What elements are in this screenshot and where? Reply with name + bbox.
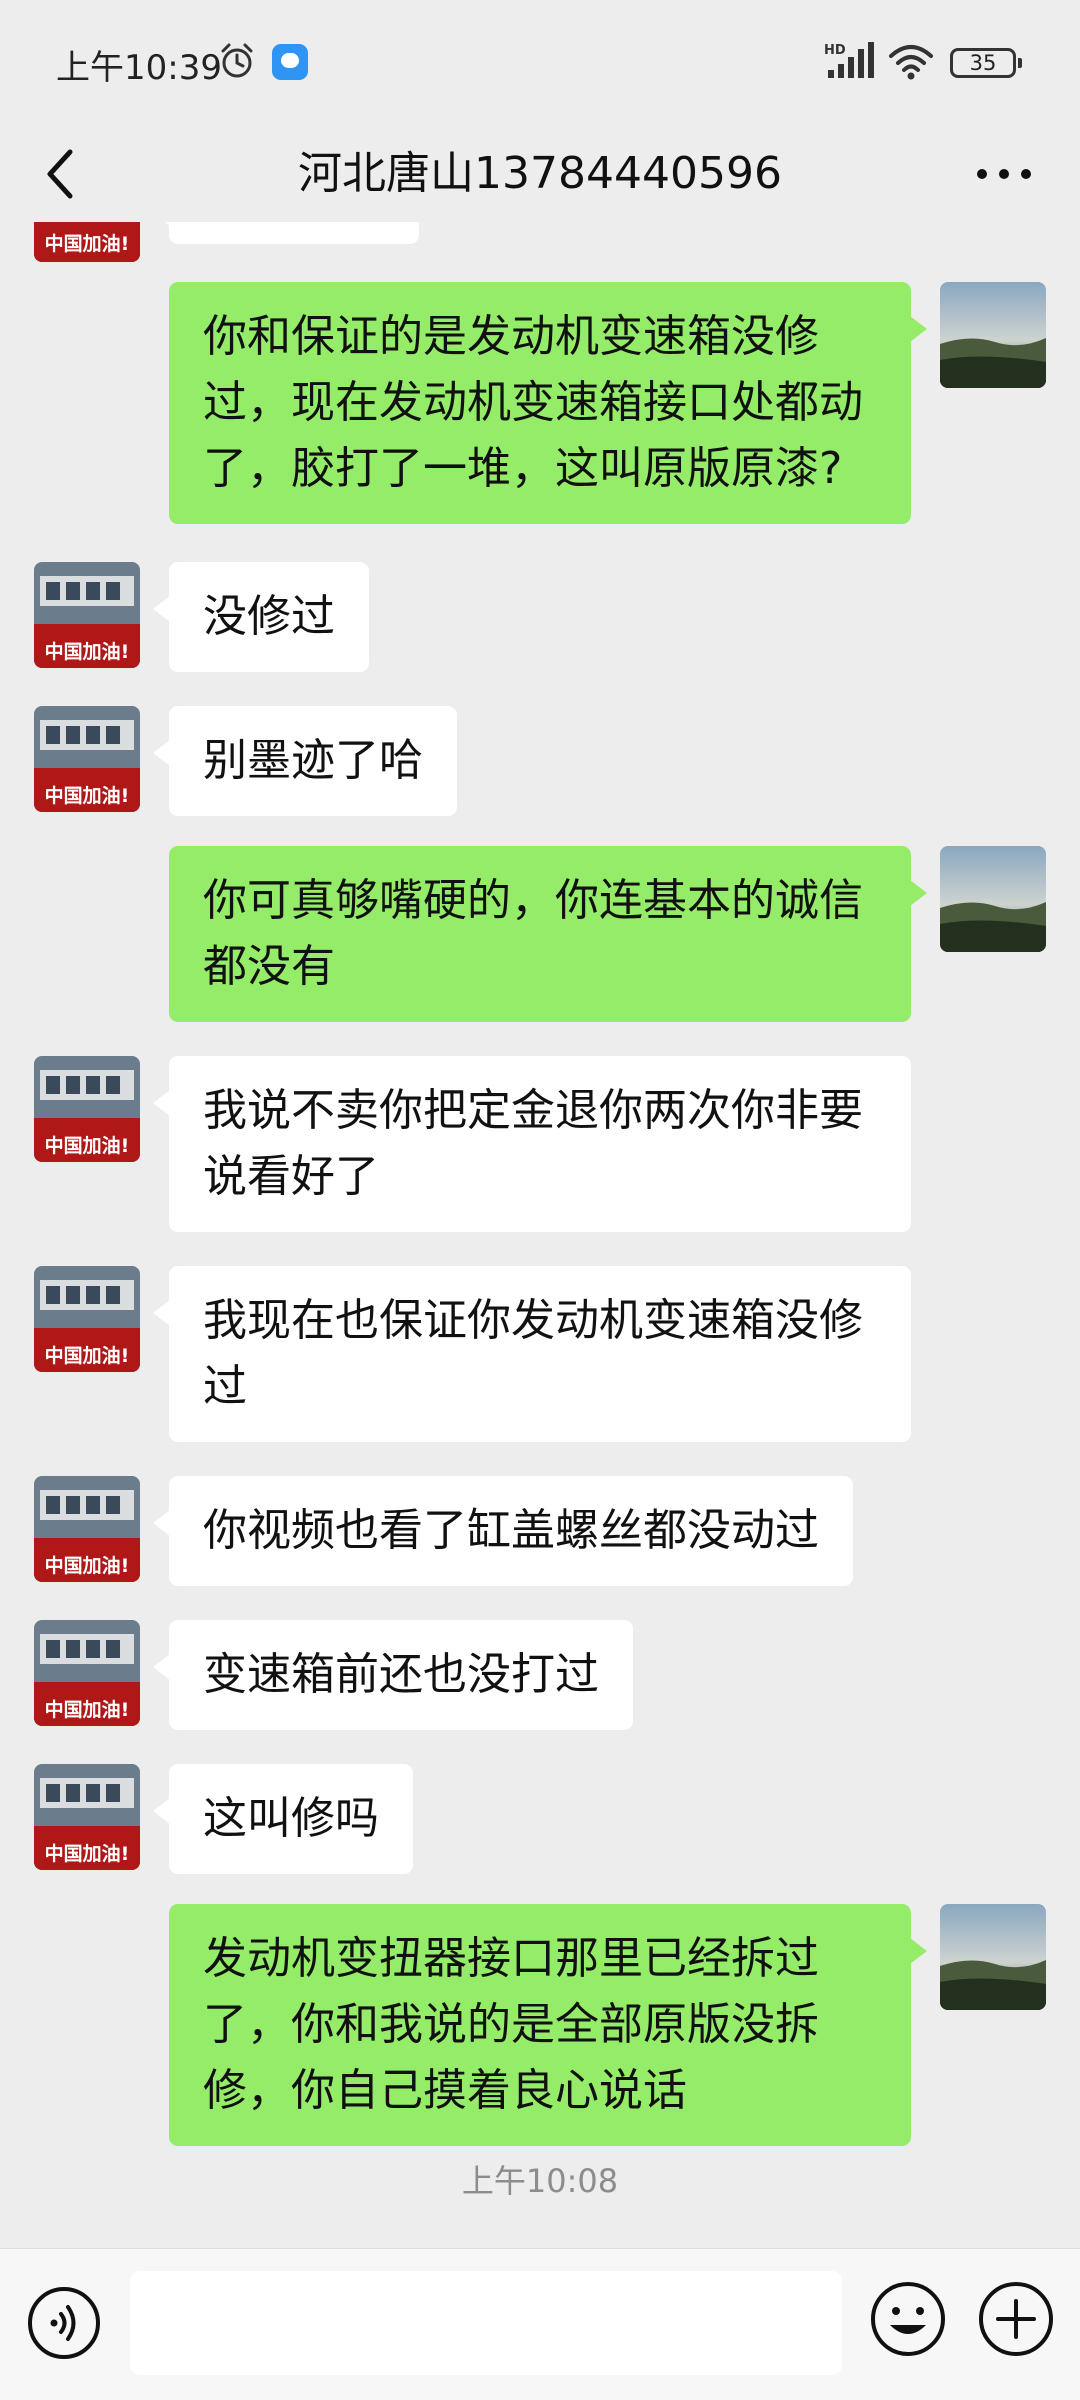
chat-messages-area[interactable]: 中国加油! 你和保证的是发动机变速箱没修过，现在发动机变速箱接口处都动了，胶打了… bbox=[0, 222, 1080, 2248]
contact-avatar[interactable]: 中国加油! bbox=[34, 706, 140, 812]
chat-title: 河北唐山13784440596 bbox=[298, 148, 782, 199]
message-bubble-theirs[interactable]: 别墨迹了哈 bbox=[153, 706, 457, 816]
status-bar: 上午10:39 HD 35 bbox=[0, 0, 1080, 126]
contact-avatar[interactable]: 中国加油! bbox=[34, 1764, 140, 1870]
message-bubble-mine[interactable]: 你可真够嘴硬的，你连基本的诚信都没有 bbox=[169, 846, 927, 1022]
svg-text:中国加油!: 中国加油! bbox=[45, 1842, 130, 1865]
chevron-left-icon[interactable] bbox=[30, 130, 94, 218]
time-divider: 上午10:08 bbox=[461, 2162, 619, 2200]
message-bubble-theirs[interactable]: 没修过 bbox=[153, 562, 369, 672]
svg-text:中国加油!: 中国加油! bbox=[45, 784, 130, 807]
storefront-image: 中国加油! bbox=[34, 562, 140, 668]
storefront-image: 中国加油! bbox=[34, 1266, 140, 1372]
my-avatar[interactable] bbox=[940, 846, 1046, 952]
contact-avatar[interactable]: 中国加油! bbox=[34, 562, 140, 668]
message-input-bar bbox=[0, 2248, 1080, 2400]
message-bubble[interactable] bbox=[153, 222, 419, 244]
contact-avatar[interactable]: 中国加油! bbox=[34, 1620, 140, 1726]
message-bubble-mine[interactable]: 你和保证的是发动机变速箱没修过，现在发动机变速箱接口处都动了，胶打了一堆，这叫原… bbox=[169, 282, 927, 524]
landscape-avatar-image bbox=[940, 282, 1046, 388]
svg-text:中国加油!: 中国加油! bbox=[45, 640, 130, 663]
voice-icon[interactable] bbox=[26, 2285, 102, 2361]
storefront-image: 中国加油! bbox=[34, 1620, 140, 1726]
storefront-image: 中国加油! bbox=[34, 706, 140, 812]
storefront-image: 中国加油! bbox=[34, 222, 140, 262]
more-dots-icon[interactable] bbox=[966, 148, 1042, 200]
storefront-image: 中国加油! bbox=[34, 1764, 140, 1870]
message-bubble-mine[interactable]: 发动机变扭器接口那里已经拆过了，你和我说的是全部原版没拆修，你自己摸着良心说话 bbox=[169, 1904, 927, 2146]
landscape-avatar-image bbox=[940, 846, 1046, 952]
battery-icon: 35 bbox=[950, 48, 1022, 78]
emoji-icon[interactable] bbox=[868, 2279, 948, 2359]
signal-icon: HD bbox=[824, 42, 874, 78]
svg-text:中国加油!: 中国加油! bbox=[45, 1554, 130, 1577]
svg-text:中国加油!: 中国加油! bbox=[45, 1344, 130, 1367]
contact-avatar[interactable]: 中国加油! bbox=[34, 1266, 140, 1372]
status-time: 上午10:39 bbox=[56, 48, 222, 88]
landscape-avatar-image bbox=[940, 1904, 1046, 2010]
svg-text:中国加油!: 中国加油! bbox=[45, 1698, 130, 1721]
storefront-image: 中国加油! bbox=[34, 1056, 140, 1162]
svg-text:HD: HD bbox=[824, 43, 846, 58]
plus-icon[interactable] bbox=[976, 2279, 1056, 2359]
wifi-icon bbox=[889, 45, 933, 80]
my-avatar[interactable] bbox=[940, 282, 1046, 388]
svg-text:中国加油!: 中国加油! bbox=[45, 1134, 130, 1157]
message-bubble-theirs[interactable]: 这叫修吗 bbox=[153, 1764, 413, 1874]
contact-avatar[interactable]: 中国加油! bbox=[34, 1056, 140, 1162]
message-bubble-theirs[interactable]: 变速箱前还也没打过 bbox=[153, 1620, 633, 1730]
contact-avatar[interactable]: 中国加油! bbox=[34, 222, 140, 262]
battery-level: 35 bbox=[969, 51, 997, 75]
alarm-icon bbox=[221, 43, 253, 78]
storefront-image: 中国加油! bbox=[34, 1476, 140, 1582]
message-bubble-theirs[interactable]: 我现在也保证你发动机变速箱没修过 bbox=[153, 1266, 911, 1442]
message-input[interactable] bbox=[130, 2271, 842, 2375]
my-avatar[interactable] bbox=[940, 1904, 1046, 2010]
contact-avatar[interactable]: 中国加油! bbox=[34, 1476, 140, 1582]
app-notification-icon bbox=[272, 44, 308, 80]
message-bubble-theirs[interactable]: 你视频也看了缸盖螺丝都没动过 bbox=[153, 1476, 853, 1586]
svg-text:中国加油!: 中国加油! bbox=[45, 232, 130, 255]
chat-header: 河北唐山13784440596 bbox=[0, 126, 1080, 222]
message-bubble-theirs[interactable]: 我说不卖你把定金退你两次你非要说看好了 bbox=[153, 1056, 911, 1232]
